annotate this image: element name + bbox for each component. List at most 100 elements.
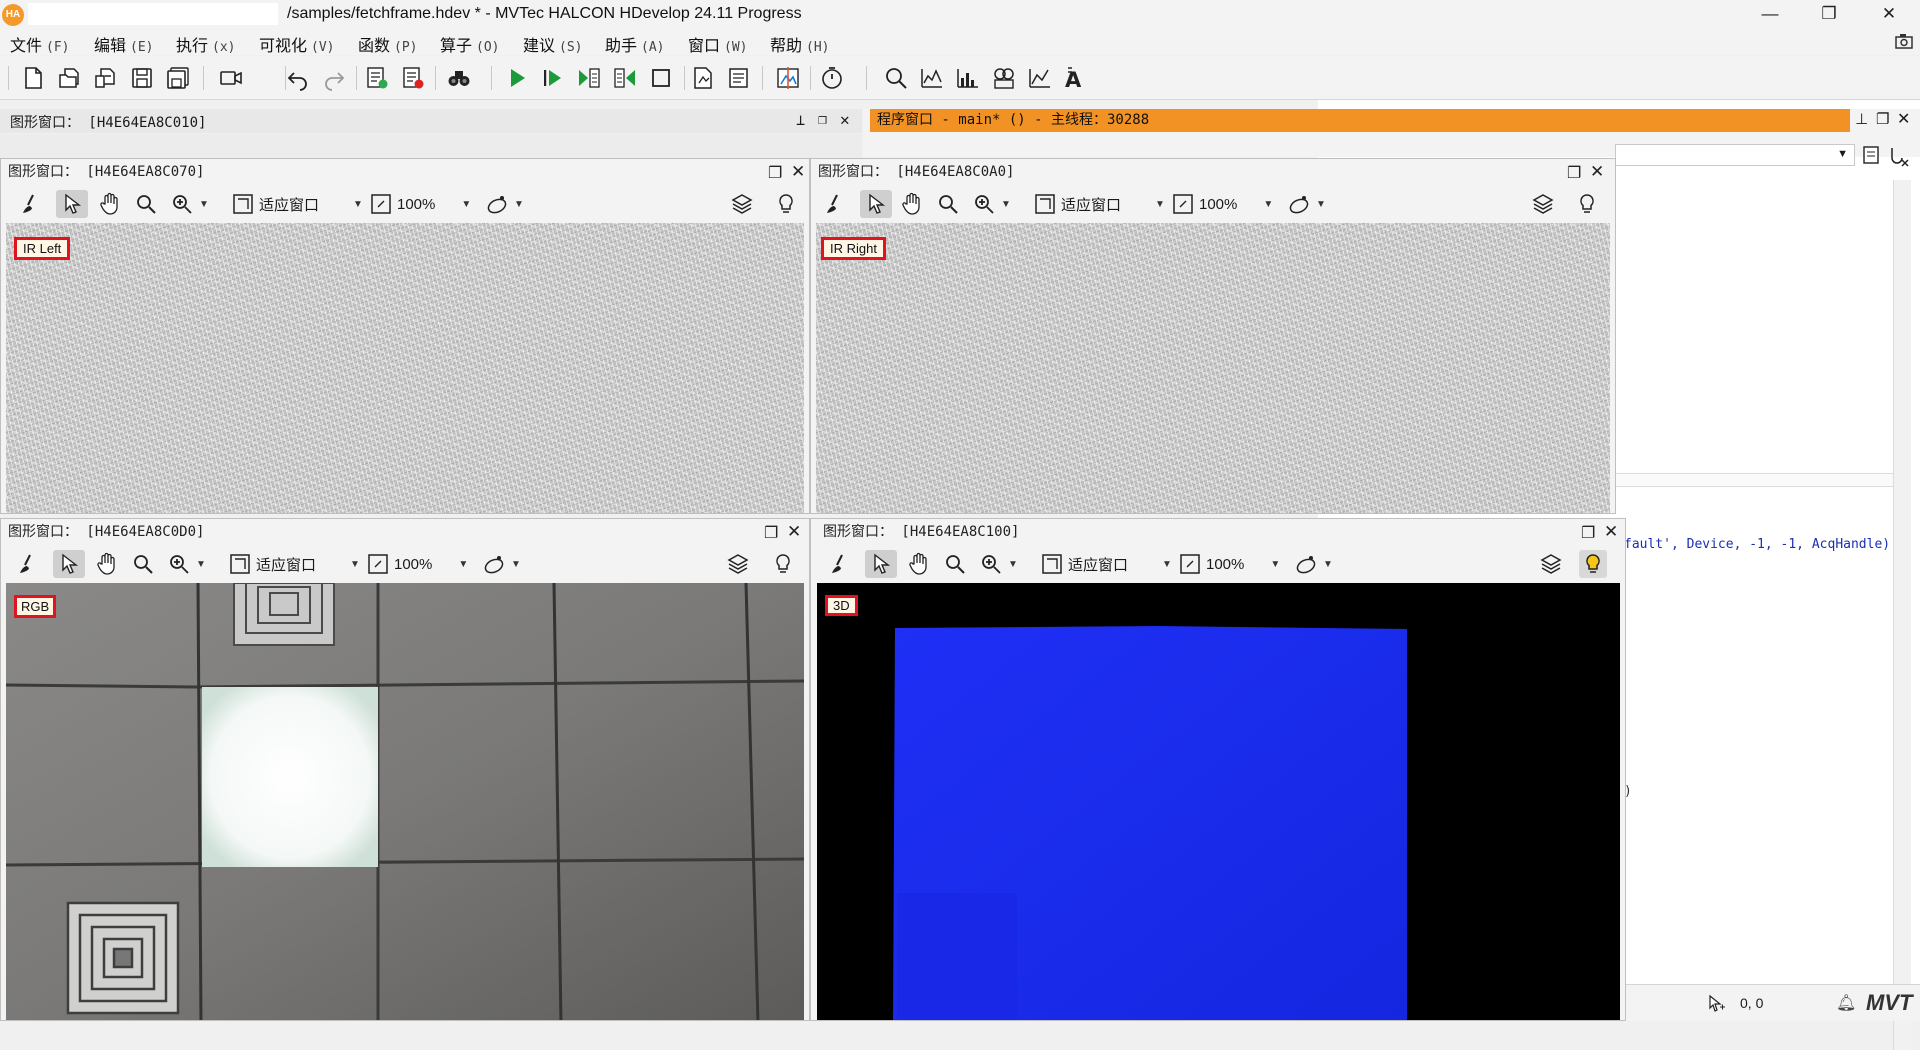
new-file-icon[interactable] [18,63,48,93]
select-pointer-icon[interactable] [53,550,85,578]
record-video-icon[interactable] [216,63,246,93]
close-dock-icon[interactable]: ✕ [840,110,850,129]
program-clear-icon[interactable] [1887,144,1911,168]
close-window-icon[interactable]: ✕ [787,522,801,542]
notification-bell-icon[interactable]: 🔔︎ [1836,993,1856,1013]
fit-window-dropdown[interactable]: 适应窗口 ▼ [228,550,360,578]
close-window-icon[interactable]: ✕ [791,162,805,182]
lightbulb-on-icon[interactable] [1579,550,1607,578]
image-canvas-rgb[interactable]: RGB [6,583,804,1020]
open-file-icon[interactable] [55,63,85,93]
float-icon[interactable]: ❐ [818,110,827,128]
float-window-icon[interactable]: ❐ [1581,523,1595,543]
menu-visualize[interactable]: 可视化 (V) [259,32,335,56]
clear-window-brush-icon[interactable] [19,190,43,218]
float-window-icon[interactable]: ❐ [764,523,778,543]
fit-window-dropdown[interactable]: 适应窗口 ▼ [1040,550,1172,578]
zoom-in-icon[interactable]: ▼ [167,550,206,578]
pan-hand-icon[interactable] [95,550,119,578]
zoom-level-dropdown[interactable]: 100% ▼ [1171,190,1273,218]
zoom-in-icon[interactable]: ▼ [972,190,1011,218]
save-icon[interactable] [127,63,157,93]
magnify-icon[interactable] [131,550,155,578]
remove-breakpoint-icon[interactable] [398,63,428,93]
pan-hand-icon[interactable] [900,190,924,218]
gray-histogram-icon[interactable] [917,63,947,93]
select-pointer-icon[interactable] [860,190,892,218]
reset-program-icon[interactable] [688,63,718,93]
float-window-icon[interactable]: ❐ [768,163,782,183]
zoom-level-dropdown[interactable]: 100% ▼ [366,550,468,578]
undo-icon[interactable] [283,63,313,93]
step-over-icon[interactable] [574,63,604,93]
select-pointer-icon[interactable] [56,190,88,218]
magnify-icon[interactable] [943,550,967,578]
menu-execute[interactable]: 执行 (x) [176,32,236,56]
program-tool-icon[interactable] [1860,143,1884,167]
close-window-icon[interactable]: ✕ [1590,162,1604,182]
assistant-icon[interactable] [773,63,803,93]
insert-breakpoint-icon[interactable] [362,63,392,93]
screenshot-icon[interactable] [1893,30,1915,52]
program-close-icon[interactable]: ✕ [1897,109,1910,129]
clear-window-brush-icon[interactable] [823,190,847,218]
menu-file[interactable]: 文件 (F) [10,32,70,56]
program-float-icon[interactable]: ❐ [1876,110,1889,128]
zoom-level-dropdown[interactable]: 100% ▼ [369,190,471,218]
image-canvas-ir-left[interactable]: IR Left [6,223,804,513]
fit-window-dropdown[interactable]: 适应窗口 ▼ [1033,190,1165,218]
image-canvas-3d[interactable]: 3D [817,583,1620,1020]
float-window-icon[interactable]: ❐ [1567,163,1581,183]
zoom-level-dropdown[interactable]: 100% ▼ [1178,550,1280,578]
menu-operators[interactable]: 算子 (O) [440,32,500,56]
menu-help[interactable]: 帮助 (H) [770,32,830,56]
select-pointer-icon[interactable] [865,550,897,578]
pan-hand-icon[interactable] [98,190,122,218]
menu-suggestions[interactable]: 建议 (S) [523,32,583,56]
stop-icon[interactable] [646,63,676,93]
run-icon[interactable] [502,63,532,93]
open-example-icon[interactable] [91,63,121,93]
profiler-icon[interactable] [817,63,847,93]
image-canvas-ir-right[interactable]: IR Right [816,223,1610,513]
redo-icon[interactable] [319,63,349,93]
save-all-icon[interactable] [163,63,193,93]
pan-hand-icon[interactable] [907,550,931,578]
lightbulb-icon[interactable] [1575,190,1599,218]
fit-window-dropdown[interactable]: 适应窗口 ▼ [231,190,363,218]
zoom-in-icon[interactable]: ▼ [979,550,1018,578]
feature-histogram-icon[interactable] [953,63,983,93]
draw-shape-icon[interactable]: ▼ [1294,550,1333,578]
close-window-icon[interactable]: ✕ [1604,522,1618,542]
close-button[interactable]: ✕ [1860,0,1918,29]
code-line-open-framegrabber[interactable]: fault', Device, -1, -1, AcqHandle) [1624,537,1890,552]
menu-window[interactable]: 窗口 (W) [688,32,748,56]
layers-icon[interactable] [1539,550,1563,578]
restore-button[interactable]: ❐ [1800,0,1858,29]
lightbulb-icon[interactable] [774,190,798,218]
clear-window-brush-icon[interactable] [828,550,852,578]
feature-inspection-icon[interactable] [989,63,1019,93]
procedure-combobox[interactable]: ▼ [1615,144,1855,166]
find-icon[interactable] [444,63,474,93]
zoom-window-icon[interactable] [881,63,911,93]
scrollbar-vertical[interactable] [1893,180,1911,1050]
program-listing-icon[interactable] [724,63,754,93]
draw-shape-icon[interactable]: ▼ [1287,190,1326,218]
magnify-icon[interactable] [936,190,960,218]
program-pin-icon[interactable]: ⊥ [1855,110,1868,128]
layers-icon[interactable] [726,550,750,578]
layers-icon[interactable] [730,190,754,218]
draw-shape-icon[interactable]: ▼ [485,190,524,218]
minimize-button[interactable]: — [1741,0,1799,29]
clear-window-brush-icon[interactable] [16,550,40,578]
menu-assistants[interactable]: 助手 (A) [605,32,665,56]
step-into-icon[interactable] [610,63,640,93]
magnify-icon[interactable] [134,190,158,218]
lightbulb-icon[interactable] [771,550,795,578]
menu-edit[interactable]: 编辑 (E) [94,32,154,56]
line-profile-icon[interactable] [1025,63,1055,93]
draw-shape-icon[interactable]: ▼ [482,550,521,578]
layers-icon[interactable] [1531,190,1555,218]
zoom-in-icon[interactable]: ▼ [170,190,209,218]
